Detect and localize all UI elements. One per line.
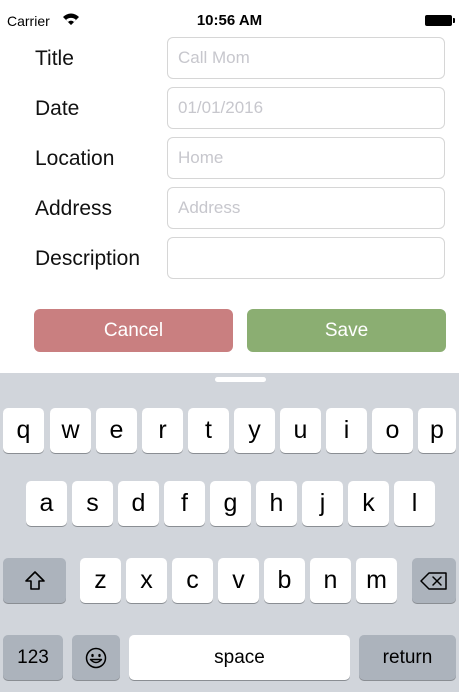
key-u[interactable]: u	[280, 408, 321, 453]
delete-key[interactable]	[412, 558, 456, 603]
description-label: Description	[35, 247, 141, 270]
status-bar: Carrier 10:56 AM	[0, 0, 459, 32]
key-d[interactable]: d	[118, 481, 159, 526]
location-label: Location	[35, 147, 115, 170]
key-g[interactable]: g	[210, 481, 251, 526]
key-x[interactable]: x	[126, 558, 167, 603]
description-input[interactable]	[167, 237, 445, 279]
key-e[interactable]: e	[96, 408, 137, 453]
key-s[interactable]: s	[72, 481, 113, 526]
key-v[interactable]: v	[218, 558, 259, 603]
clock: 10:56 AM	[196, 12, 263, 29]
emoji-key[interactable]	[72, 635, 120, 680]
key-c[interactable]: c	[172, 558, 213, 603]
key-y[interactable]: y	[234, 408, 275, 453]
key-j[interactable]: j	[302, 481, 343, 526]
space-key[interactable]: space	[129, 635, 350, 680]
shift-key[interactable]	[3, 558, 66, 603]
key-n[interactable]: n	[310, 558, 351, 603]
key-o[interactable]: o	[372, 408, 413, 453]
title-input[interactable]	[167, 37, 445, 79]
return-key[interactable]: return	[359, 635, 456, 680]
address-input[interactable]	[167, 187, 445, 229]
key-r[interactable]: r	[142, 408, 183, 453]
shift-icon	[24, 570, 45, 590]
date-input[interactable]	[167, 87, 445, 129]
keyboard: q w e r t y u i o p a s d f g h j k l z …	[0, 373, 459, 692]
key-f[interactable]: f	[164, 481, 205, 526]
battery-icon	[425, 15, 455, 26]
keyboard-handle[interactable]	[215, 377, 266, 382]
backspace-icon	[420, 571, 447, 590]
date-label: Date	[35, 97, 80, 120]
location-input[interactable]	[167, 137, 445, 179]
key-m[interactable]: m	[356, 558, 397, 603]
key-k[interactable]: k	[348, 481, 389, 526]
key-i[interactable]: i	[326, 408, 367, 453]
cancel-button[interactable]: Cancel	[34, 309, 233, 352]
emoji-icon	[85, 647, 107, 668]
key-z[interactable]: z	[80, 558, 121, 603]
key-q[interactable]: q	[3, 408, 44, 453]
key-l[interactable]: l	[394, 481, 435, 526]
save-button[interactable]: Save	[247, 309, 446, 352]
key-p[interactable]: p	[418, 408, 456, 453]
key-t[interactable]: t	[188, 408, 229, 453]
key-a[interactable]: a	[26, 481, 67, 526]
title-label: Title	[35, 47, 74, 70]
numbers-key[interactable]: 123	[3, 635, 63, 680]
key-b[interactable]: b	[264, 558, 305, 603]
key-w[interactable]: w	[50, 408, 91, 453]
address-label: Address	[35, 197, 113, 220]
key-h[interactable]: h	[256, 481, 297, 526]
